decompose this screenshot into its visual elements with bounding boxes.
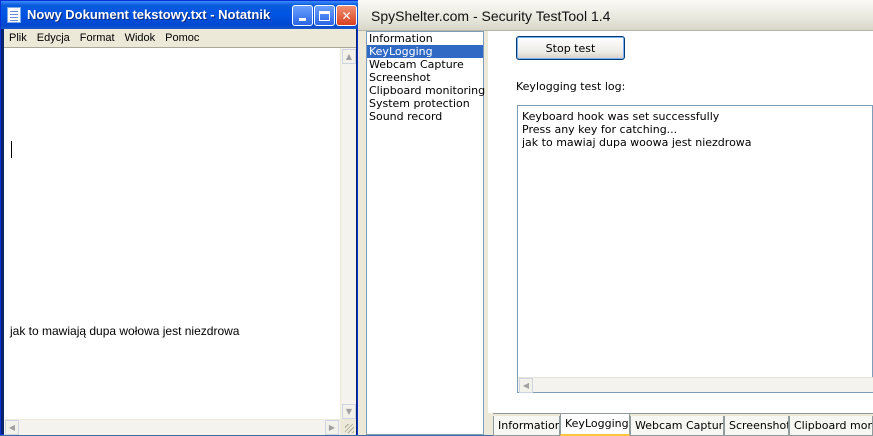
menu-widok[interactable]: Widok [120,32,161,44]
menu-plik[interactable]: Plik [4,32,32,44]
nav-item-webcam-capture[interactable]: Webcam Capture [367,58,483,71]
log-horizontal-scrollbar[interactable]: ◀ [518,377,873,393]
log-line: Keyboard hook was set successfully [522,110,720,123]
scroll-down-icon[interactable]: ▼ [342,404,356,419]
log-line: jak to mawiaj dupa woowa jest niezdrowa [522,136,752,149]
text-caret [11,141,12,158]
notepad-menubar: Plik Edycja Format Widok Pomoc [4,29,356,47]
spyshelter-title: SpyShelter.com - Security TestTool 1.4 [371,8,611,24]
maximize-button[interactable] [314,5,335,26]
tab-keylogging[interactable]: KeyLogging [560,414,630,436]
close-icon: ✕ [341,8,352,23]
nav-item-system-protection[interactable]: System protection [367,97,483,110]
nav-item-keylogging[interactable]: KeyLogging [367,45,483,58]
spyshelter-titlebar[interactable]: SpyShelter.com - Security TestTool 1.4 [358,0,873,31]
keylogging-panel: Stop test Keylogging test log: Keyboard … [488,31,873,413]
scroll-up-icon[interactable]: ▲ [342,49,356,64]
nav-item-clipboard-monitoring[interactable]: Clipboard monitoring [367,84,485,97]
minimize-icon [299,18,306,21]
maximize-icon [319,10,330,21]
spyshelter-window: SpyShelter.com - Security TestTool 1.4 I… [358,0,873,436]
tab-screenshot[interactable]: Screenshot [724,416,789,436]
scroll-left-icon[interactable]: ◀ [519,378,533,393]
notepad-text-area[interactable]: jak to mawiają dupa wołowa jest niezdrow… [4,47,356,420]
keylogging-log[interactable]: Keyboard hook was set successfully Press… [517,105,873,393]
horizontal-scrollbar[interactable]: ◀ ▶ [4,419,340,435]
close-button[interactable]: ✕ [336,5,357,26]
menu-edycja[interactable]: Edycja [32,32,75,44]
nav-item-information[interactable]: Information [367,32,483,45]
nav-item-screenshot[interactable]: Screenshot [367,71,483,84]
scroll-right-icon[interactable]: ▶ [325,420,339,435]
vertical-scrollbar[interactable]: ▲ ▼ [340,48,356,420]
menu-pomoc[interactable]: Pomoc [160,32,204,44]
notepad-window: Nowy Dokument tekstowy.txt - Notatnik ✕ … [0,0,359,435]
stop-test-button[interactable]: Stop test [516,36,625,60]
resize-grip[interactable] [340,419,356,435]
nav-item-sound-record[interactable]: Sound record [367,110,483,123]
log-line: Press any key for catching... [522,123,678,136]
menu-format[interactable]: Format [75,32,120,44]
test-list: Information KeyLogging Webcam Capture Sc… [366,31,485,435]
tab-information[interactable]: Information [493,416,560,436]
tab-clipboard-monitoring[interactable]: Clipboard monito [789,416,873,436]
minimize-button[interactable] [292,5,313,26]
notepad-title: Nowy Dokument tekstowy.txt - Notatnik [27,7,271,22]
tab-bar: Information KeyLogging Webcam Capture Sc… [493,413,873,436]
tab-webcam-capture[interactable]: Webcam Capture [630,416,724,436]
notepad-icon [7,7,21,23]
scroll-left-icon[interactable]: ◀ [5,420,19,435]
log-label: Keylogging test log: [516,80,626,93]
notepad-titlebar[interactable]: Nowy Dokument tekstowy.txt - Notatnik ✕ [1,1,359,29]
notepad-content: jak to mawiają dupa wołowa jest niezdrow… [10,324,240,338]
